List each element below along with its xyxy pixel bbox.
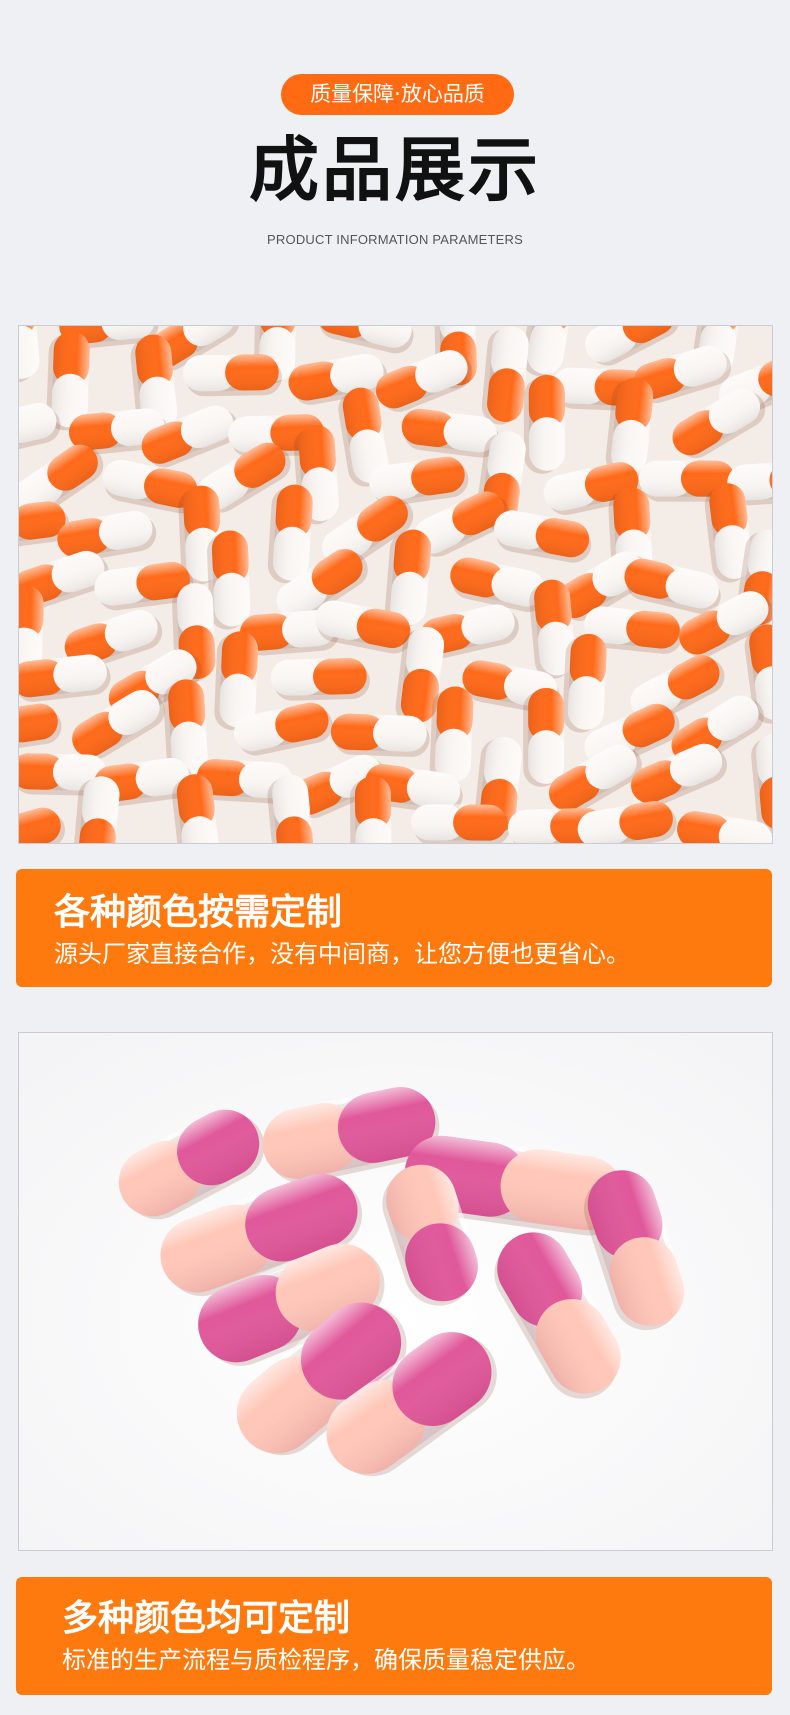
capsule [410,804,510,843]
capsule [562,633,607,733]
capsule [330,713,430,757]
feature-banner-custom-colors: 各种颜色按需定制 源头厂家直接合作，没有中间商，让您方便也更省心。 [16,869,772,987]
pink-capsules-image [18,1032,773,1551]
capsule [523,687,565,787]
page-header: 质量保障·放心品质 成品展示 PRODUCT INFORMATION PARAM… [0,0,790,290]
capsule [523,374,566,474]
orange-capsules-image [18,325,773,844]
banner-text: 标准的生产流程与质检程序，确保质量稳定供应。 [62,1646,590,1674]
banner-text: 源头厂家直接合作，没有中间商，让您方便也更省心。 [54,940,630,968]
page-title: 成品展示 [249,129,541,211]
quality-badge: 质量保障·放心品质 [281,74,514,115]
page-subtitle: PRODUCT INFORMATION PARAMETERS [267,232,523,247]
capsule [182,354,282,397]
feature-banner-multi-colors: 多种颜色均可定制 标准的生产流程与质检程序，确保质量稳定供应。 [16,1577,772,1695]
capsule [429,686,474,786]
capsule [267,484,313,584]
banner-heading: 各种颜色按需定制 [54,892,343,933]
capsule [270,658,370,701]
capsule [349,775,392,843]
banner-heading: 多种颜色均可定制 [62,1598,351,1639]
